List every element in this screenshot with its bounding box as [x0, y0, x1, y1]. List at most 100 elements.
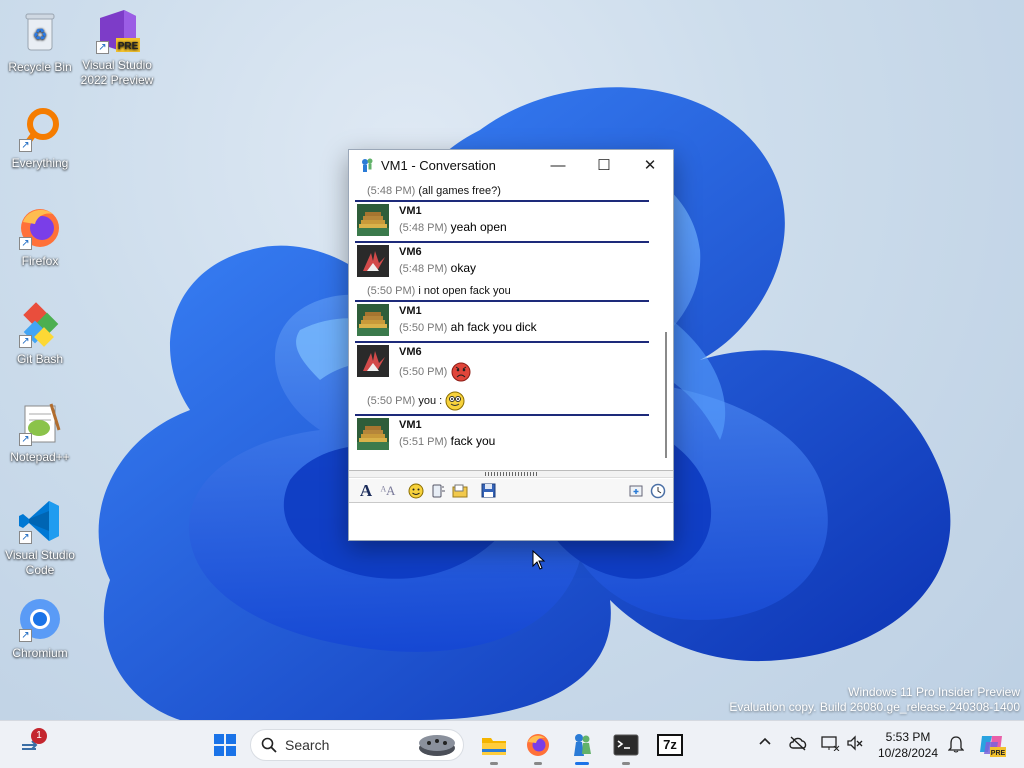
font-button[interactable]: A	[355, 480, 377, 502]
close-button[interactable]: ✕	[627, 150, 673, 180]
taskbar-firefox[interactable]	[522, 729, 554, 765]
message-text: yeah open	[450, 220, 507, 234]
send-file-button[interactable]	[449, 480, 471, 502]
taskbar-messenger[interactable]	[566, 729, 598, 765]
sender-name: VM6	[399, 246, 422, 258]
chevron-up-icon	[759, 737, 771, 745]
taskbar-7zip[interactable]: 7z	[654, 729, 686, 761]
taskbar: 1 Search 7z 5:53 PM 10/28/2024 PRE	[0, 720, 1024, 768]
active-window-indicator	[575, 762, 589, 765]
chat-scrollbar[interactable]	[663, 186, 669, 470]
send-file-icon	[452, 484, 468, 497]
taskbar-search-box[interactable]: Search	[250, 729, 464, 761]
conversation-history[interactable]: (5:48 PM) (all games free?) VM1 (5:48 PM…	[349, 182, 667, 470]
shortcut-arrow-icon: ↗	[19, 433, 32, 446]
message-text: fack you	[450, 434, 496, 448]
message-text: i not open fack you	[418, 285, 511, 297]
taskbar-terminal[interactable]	[610, 729, 642, 765]
desktop-icon-label: Recycle Bin	[8, 60, 72, 74]
watermark-line-1: Windows 11 Pro Insider Preview	[848, 685, 1020, 699]
invite-button[interactable]	[625, 480, 647, 502]
chat-message: VM6 (5:50 PM)	[355, 341, 649, 388]
timestamp: (5:48 PM)	[367, 185, 416, 197]
clock-date: 10/28/2024	[877, 746, 939, 760]
desktop-icon-label: Git Bash	[16, 352, 64, 366]
network-button[interactable]	[820, 735, 840, 754]
taskbar-file-explorer[interactable]	[478, 729, 510, 765]
firefox-icon	[527, 734, 549, 756]
recycle-bin-icon: ♻	[17, 10, 63, 56]
angry-face-icon	[451, 362, 471, 382]
font-color-icon: ᴬA	[380, 482, 396, 498]
shortcut-arrow-icon: ↗	[19, 237, 32, 250]
save-button[interactable]	[477, 480, 499, 502]
system-line: (5:50 PM) i not open fack you	[355, 282, 667, 300]
desktop-icon-label: Firefox	[21, 254, 59, 268]
minimize-button[interactable]: —	[535, 150, 581, 180]
show-hidden-icons-button[interactable]	[758, 735, 772, 752]
resize-grip-icon[interactable]	[485, 472, 539, 476]
windows-logo-icon	[214, 734, 236, 756]
volume-button[interactable]	[846, 735, 864, 754]
onedrive-button[interactable]	[788, 735, 808, 754]
shortcut-arrow-icon: ↗	[19, 629, 32, 642]
search-label: Search	[285, 737, 330, 753]
system-line: (5:48 PM) (all games free?)	[355, 182, 667, 200]
copilot-button[interactable]: PRE	[976, 729, 1008, 761]
vscode-icon: ↗	[17, 498, 63, 544]
maximize-button[interactable]: ☐	[581, 150, 627, 180]
notification-badge: 1	[31, 728, 47, 744]
compose-area[interactable]	[349, 504, 673, 540]
vm1-avatar	[357, 204, 389, 236]
vm1-avatar	[357, 304, 389, 336]
terminal-icon	[613, 734, 639, 756]
conversation-window[interactable]: VM1 - Conversation — ☐ ✕ (5:48 PM) (all …	[348, 149, 674, 541]
file-explorer-icon	[482, 738, 506, 755]
desktop-icon-recycle-bin[interactable]: ♻ Recycle Bin	[0, 10, 80, 75]
messenger-icon	[574, 734, 591, 756]
notepadpp-icon: ↗	[17, 400, 63, 446]
system-line: (5:50 PM) you :	[355, 388, 667, 414]
scrollbar-thumb[interactable]	[665, 332, 667, 458]
desktop-icon-label: Notepad++	[10, 450, 70, 464]
firefox-icon: ↗	[17, 204, 63, 250]
history-button[interactable]	[647, 480, 669, 502]
watermark-line-2: Evaluation copy. Build 26080.ge_release.…	[729, 700, 1020, 714]
sender-name: VM1	[399, 305, 422, 317]
start-button[interactable]	[209, 729, 241, 761]
maximize-icon: ☐	[597, 157, 611, 174]
vm6-avatar	[357, 345, 389, 377]
message-input[interactable]	[349, 504, 673, 540]
timestamp: (5:50 PM)	[399, 366, 448, 378]
notifications-button[interactable]	[947, 735, 965, 756]
timestamp: (5:48 PM)	[399, 263, 448, 275]
desktop-icon-git-bash[interactable]: ↗ Git Bash	[0, 302, 80, 367]
desktop-icon-vscode[interactable]: ↗ Visual Studio Code	[0, 498, 80, 578]
chat-message: VM6 (5:48 PM) okay	[355, 241, 649, 282]
shortcut-arrow-icon: ↗	[19, 335, 32, 348]
compose-toolbar: A ᴬA	[349, 479, 673, 503]
desktop-icon-chromium[interactable]: ↗ Chromium	[0, 596, 80, 661]
desktop-icon-label: Chromium	[12, 646, 68, 660]
visual-studio-preview-icon: PRE ↗	[94, 8, 140, 54]
message-text: (all games free?)	[418, 185, 501, 197]
git-bash-icon: ↗	[17, 302, 63, 348]
chromium-icon: ↗	[17, 596, 63, 642]
title-bar[interactable]: VM1 - Conversation — ☐ ✕	[349, 150, 673, 180]
font-color-button[interactable]: ᴬA	[377, 480, 399, 502]
vm1-avatar	[357, 418, 389, 450]
messenger-app-icon	[362, 158, 373, 172]
timestamp: (5:50 PM)	[367, 394, 416, 407]
resize-divider[interactable]	[349, 470, 673, 478]
desktop-icon-visual-studio-preview[interactable]: PRE ↗ Visual Studio 2022 Preview	[77, 8, 157, 88]
desktop-icon-everything[interactable]: ↗ Everything	[0, 106, 80, 171]
7zip-icon: 7z	[657, 734, 683, 756]
clock[interactable]: 5:53 PM 10/28/2024	[872, 729, 944, 761]
timestamp: (5:50 PM)	[399, 322, 448, 334]
desktop-icon-firefox[interactable]: ↗ Firefox	[0, 204, 80, 269]
minimize-icon: —	[550, 156, 566, 174]
desktop-icon-notepadpp[interactable]: ↗ Notepad++	[0, 400, 80, 465]
nudge-button[interactable]	[427, 480, 449, 502]
emoticon-button[interactable]	[405, 480, 427, 502]
bell-icon	[947, 736, 965, 753]
